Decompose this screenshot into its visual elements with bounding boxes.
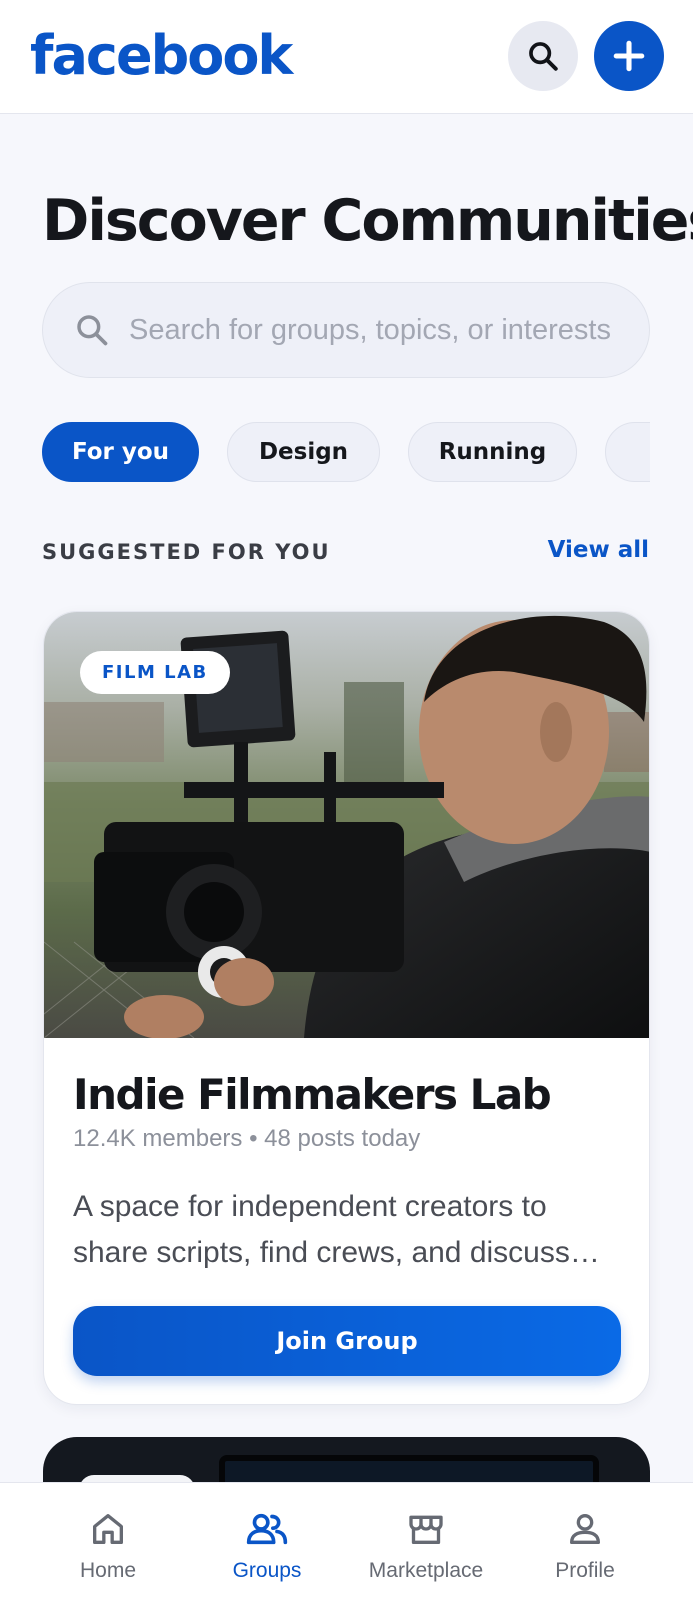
group-card[interactable]: FILM LAB Indie Filmmakers Lab 12.4K memb… (43, 611, 650, 1405)
group-name[interactable]: Indie Filmmakers Lab (73, 1070, 552, 1119)
chip-more[interactable] (605, 422, 650, 482)
nav-marketplace-label: Marketplace (368, 1559, 484, 1582)
nav-groups[interactable]: Groups (192, 1509, 342, 1589)
nav-home[interactable]: Home (33, 1509, 183, 1589)
create-button[interactable] (594, 21, 664, 91)
top-bar: facebook (0, 0, 693, 114)
chip-for-you[interactable]: For you (42, 422, 199, 482)
posts-today: 48 posts today (264, 1125, 421, 1152)
bottom-navigation: Home Groups Marketplace Profile (0, 1482, 693, 1600)
category-chips: For you Design Running (42, 422, 650, 484)
group-badge: FILM LAB (80, 651, 230, 694)
group-stats: 12.4K members • 48 posts today (73, 1125, 420, 1153)
plus-icon (613, 40, 645, 72)
view-all-link[interactable]: View all (548, 537, 649, 563)
member-count: 12.4K members (73, 1125, 243, 1152)
search-icon (529, 42, 558, 71)
home-icon (93, 1514, 124, 1544)
person-icon (570, 1514, 600, 1544)
chip-running[interactable]: Running (408, 422, 577, 482)
group-cover-image: FILM LAB (44, 612, 649, 1038)
chip-design[interactable]: Design (227, 422, 380, 482)
search-box[interactable] (42, 282, 650, 378)
search-input[interactable] (129, 307, 629, 353)
nav-home-label: Home (79, 1559, 137, 1582)
separator-dot: • (249, 1125, 258, 1152)
facebook-logo[interactable]: facebook (30, 24, 293, 87)
group-description: A space for independent creators to shar… (73, 1190, 570, 1269)
search-icon (73, 311, 111, 354)
nav-profile-label: Profile (555, 1559, 615, 1582)
store-icon (409, 1515, 443, 1544)
search-button[interactable] (508, 21, 578, 91)
groups-icon (246, 1513, 288, 1545)
nav-marketplace[interactable]: Marketplace (351, 1509, 501, 1589)
section-heading: SUGGESTED FOR YOU (42, 540, 331, 564)
page-title: Discover Communities (42, 188, 693, 254)
join-group-button[interactable]: Join Group (73, 1306, 621, 1376)
nav-profile[interactable]: Profile (510, 1509, 660, 1589)
nav-groups-label: Groups (232, 1559, 302, 1582)
